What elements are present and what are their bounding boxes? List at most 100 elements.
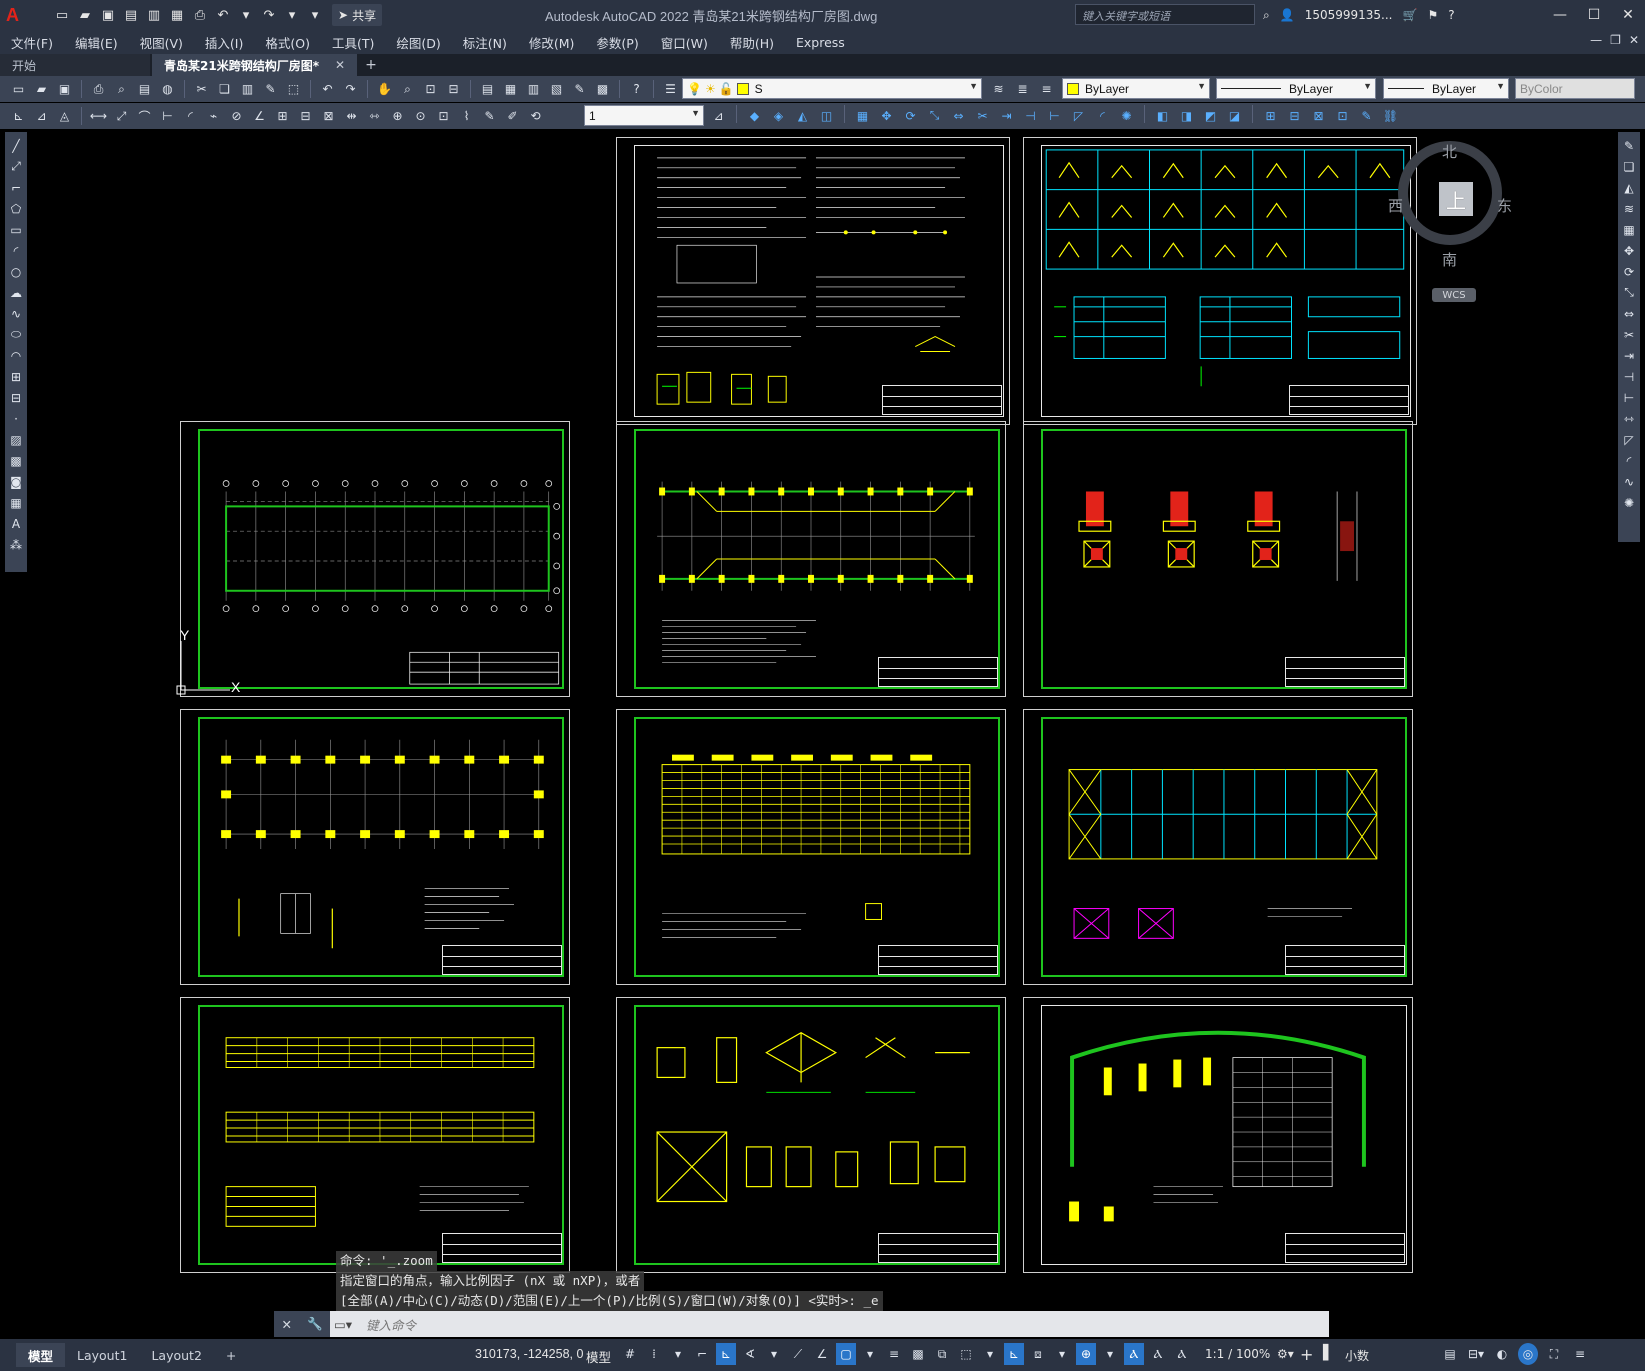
save-icon[interactable]: ▣ xyxy=(54,79,75,100)
plot-preview-icon[interactable]: ⌕ xyxy=(111,79,132,100)
customize-qat-icon[interactable]: ▾ xyxy=(305,5,325,25)
search-icon[interactable]: ⌕ xyxy=(1263,8,1270,23)
lock-ui-icon[interactable]: ⊟▾ xyxy=(1466,1343,1486,1365)
array-icon[interactable]: ▦ xyxy=(1620,220,1638,239)
dim-text-edit-icon[interactable]: ✐ xyxy=(502,106,523,127)
draw-order-icon[interactable]: ◧ xyxy=(1152,105,1173,126)
jogged-dim-icon[interactable]: ⌁ xyxy=(203,106,224,127)
insert-block-icon[interactable]: ⊞ xyxy=(1260,105,1281,126)
menu-tools[interactable]: 工具(T) xyxy=(321,33,385,52)
bring-above-icon[interactable]: ◪ xyxy=(1224,105,1245,126)
help-icon[interactable]: ? xyxy=(1448,8,1454,22)
polygon-icon[interactable]: ⬠ xyxy=(7,199,25,218)
autodesk-app-icon[interactable]: ⚑ xyxy=(1427,8,1438,22)
snap-dropdown-icon[interactable]: ▾ xyxy=(668,1343,688,1365)
xref-icon[interactable]: ⛓ xyxy=(1380,105,1401,126)
new-file-icon[interactable]: ▭ xyxy=(52,5,72,25)
layer-dropdown[interactable]: 💡 ☀ 🔓 S ▼ xyxy=(682,78,982,99)
drawing-canvas[interactable]: Y X 上 北 南 东 西 WCS xyxy=(30,131,1610,1330)
plotstyle-dropdown[interactable]: ByColor xyxy=(1515,78,1635,99)
tab-model[interactable]: 模型 xyxy=(16,1343,66,1367)
save-as-icon[interactable]: ▤ xyxy=(121,5,141,25)
pan-icon[interactable]: ✋ xyxy=(374,79,395,100)
maximize-button[interactable]: ☐ xyxy=(1577,0,1611,30)
clean-screen-icon[interactable]: ⛶ xyxy=(1544,1343,1564,1365)
doc-minimize-icon[interactable]: — xyxy=(1590,33,1602,47)
ordinate-dim-icon[interactable]: ⊢ xyxy=(157,106,178,127)
viewcube-east[interactable]: 东 xyxy=(1497,195,1512,216)
wcs-menu-button[interactable]: WCS xyxy=(1432,288,1476,302)
menu-help[interactable]: 帮助(H) xyxy=(719,33,785,52)
stretch-icon[interactable]: ⇔ xyxy=(948,105,969,126)
fillet-icon[interactable]: ◜ xyxy=(1092,105,1113,126)
selection-filter-icon[interactable]: ⧈ xyxy=(1028,1343,1048,1365)
user-icon[interactable]: 👤 xyxy=(1280,8,1295,22)
doc-restore-icon[interactable]: ❐ xyxy=(1610,33,1621,47)
linear-dim-icon[interactable]: ⟷ xyxy=(88,106,109,127)
zoom-window-icon[interactable]: ⊡ xyxy=(420,79,441,100)
extend-icon[interactable]: ⇥ xyxy=(1620,346,1638,365)
inspect-icon[interactable]: ⊡ xyxy=(433,106,454,127)
radius-dim-icon[interactable]: ◜ xyxy=(180,106,201,127)
cart-icon[interactable]: 🛒 xyxy=(1402,8,1417,22)
offset-icon[interactable]: ◫ xyxy=(816,105,837,126)
hardware-acceleration-icon[interactable]: ◎ xyxy=(1518,1343,1538,1365)
workspace-gear-icon[interactable]: ⚙▾ xyxy=(1277,1347,1294,1361)
layer-states-icon[interactable]: ≡ xyxy=(1036,78,1057,99)
tool-palettes-icon[interactable]: ▥ xyxy=(523,79,544,100)
make-block-icon[interactable]: ⊟ xyxy=(7,388,25,407)
redo-icon[interactable]: ↷ xyxy=(340,79,361,100)
spline-icon[interactable]: ∿ xyxy=(7,304,25,323)
erase-icon[interactable]: ◆ xyxy=(744,105,765,126)
ellipse-arc-icon[interactable]: ◠ xyxy=(7,346,25,365)
menu-draw[interactable]: 绘图(D) xyxy=(385,33,451,52)
chamfer-icon[interactable]: ◸ xyxy=(1068,105,1089,126)
filter-dropdown-icon[interactable]: ▾ xyxy=(1052,1343,1072,1365)
menu-window[interactable]: 窗口(W) xyxy=(650,33,719,52)
menu-format[interactable]: 格式(O) xyxy=(254,33,321,52)
ucs-previous-icon[interactable]: ◬ xyxy=(54,106,75,127)
redo-dropdown-icon[interactable]: ▾ xyxy=(282,5,302,25)
explode-icon[interactable]: ✺ xyxy=(1620,493,1638,512)
table-icon[interactable]: ▦ xyxy=(7,493,25,512)
send-back-icon[interactable]: ◩ xyxy=(1200,105,1221,126)
save-icon[interactable]: ▣ xyxy=(98,5,118,25)
block-editor-icon[interactable]: ⬚ xyxy=(283,79,304,100)
rotate-icon[interactable]: ⟳ xyxy=(1620,262,1638,281)
isolate-objects-icon[interactable]: ◐ xyxy=(1492,1343,1512,1365)
isodraft-icon[interactable]: ⟋ xyxy=(788,1343,808,1365)
cut-icon[interactable]: ✂ xyxy=(191,79,212,100)
annotation-visibility-icon[interactable]: Ⲁ xyxy=(1124,1343,1144,1365)
paste-icon[interactable]: ▥ xyxy=(237,79,258,100)
close-command-line-icon[interactable]: ✕ xyxy=(281,1317,291,1332)
tab-layout1[interactable]: Layout1 xyxy=(65,1343,139,1367)
zoom-realtime-icon[interactable]: ⌕ xyxy=(397,79,418,100)
tab-drawing[interactable]: 青岛某21米跨钢结构厂房图* ✕ xyxy=(152,54,358,76)
scale-icon[interactable]: ⤡ xyxy=(1620,283,1638,302)
gizmo-icon[interactable]: ⊕ xyxy=(1076,1343,1096,1365)
attribute-icon[interactable]: ⊡ xyxy=(1332,105,1353,126)
menu-insert[interactable]: 插入(I) xyxy=(194,33,254,52)
open-folder-icon[interactable]: ▰ xyxy=(75,5,95,25)
dim-break-icon[interactable]: ⇿ xyxy=(364,106,385,127)
design-center-icon[interactable]: ▦ xyxy=(500,79,521,100)
viewcube-south[interactable]: 南 xyxy=(1442,249,1457,270)
polar-dropdown-icon[interactable]: ▾ xyxy=(764,1343,784,1365)
plot-icon[interactable]: ⎙ xyxy=(190,5,210,25)
break-at-point-icon[interactable]: ⊣ xyxy=(1620,367,1638,386)
undo-icon[interactable]: ↶ xyxy=(317,79,338,100)
ortho-icon[interactable]: ⊾ xyxy=(716,1343,736,1365)
center-mark-icon[interactable]: ⊙ xyxy=(410,106,431,127)
ellipse-icon[interactable]: ⬭ xyxy=(7,325,25,344)
rotate-icon[interactable]: ⟳ xyxy=(900,105,921,126)
move-icon[interactable]: ✥ xyxy=(876,105,897,126)
grid-icon[interactable]: # xyxy=(620,1343,640,1365)
dim-space-icon[interactable]: ⇹ xyxy=(341,106,362,127)
join-icon[interactable]: ⊢ xyxy=(1044,105,1065,126)
extend-icon[interactable]: ⇥ xyxy=(996,105,1017,126)
open-web-icon[interactable]: ▥ xyxy=(144,5,164,25)
markup-icon[interactable]: ✎ xyxy=(569,79,590,100)
baseline-dim-icon[interactable]: ⊟ xyxy=(295,106,316,127)
infer-constraints-icon[interactable]: ⌐ xyxy=(692,1343,712,1365)
bring-front-icon[interactable]: ◨ xyxy=(1176,105,1197,126)
